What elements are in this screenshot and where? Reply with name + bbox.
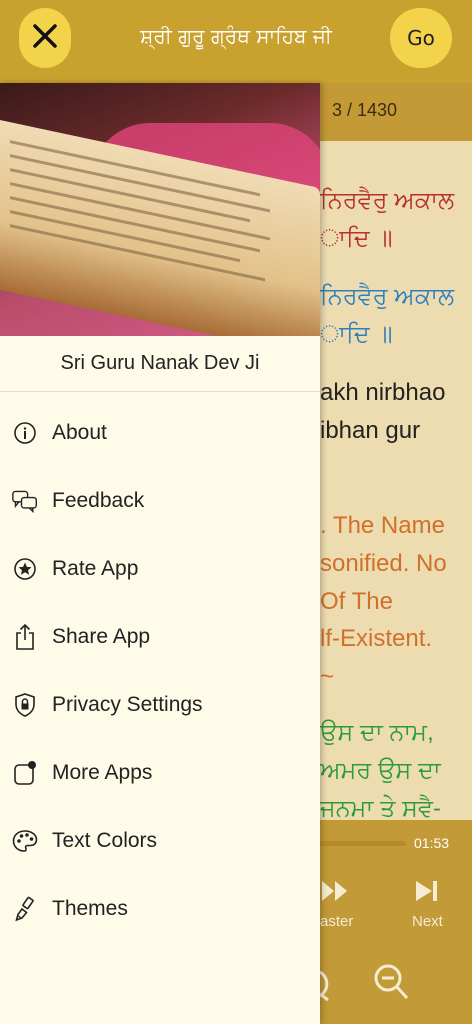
translation-line: sonified. No — [320, 550, 447, 577]
paintbrush-icon — [12, 896, 38, 922]
page-indicator: 3 / 1430 — [332, 100, 398, 120]
app-badge-icon — [12, 760, 38, 786]
menu-item-more-apps[interactable]: More Apps — [0, 740, 320, 806]
audio-progress[interactable] — [320, 841, 406, 846]
punjabi-line: ਉਸ ਦਾ ਨਾਮ, — [320, 719, 434, 746]
translation-line: lf-Existent. — [320, 625, 433, 652]
info-icon — [12, 420, 38, 446]
drawer-heading: Sri Guru Nanak Dev Ji — [0, 336, 320, 392]
side-drawer: Sri Guru Nanak Dev Ji About Feedback Rat… — [0, 83, 320, 1024]
share-icon — [12, 623, 38, 650]
menu-item-themes[interactable]: Themes — [0, 876, 320, 942]
shield-lock-icon — [12, 692, 38, 718]
transliteration-line: akh nirbhao — [320, 379, 446, 406]
gurmukhi-line-alt: ਨਿਰਵੈਰੁ ਅਕਾਲ — [320, 283, 455, 310]
palette-icon — [12, 828, 38, 854]
audio-time: 01:53 — [414, 835, 450, 851]
faster-label[interactable]: aster — [320, 913, 353, 930]
close-icon — [32, 23, 58, 53]
close-button[interactable] — [19, 8, 71, 68]
menu-item-label: Feedback — [52, 489, 145, 512]
next-icon[interactable] — [413, 878, 441, 908]
menu-item-about[interactable]: About — [0, 400, 320, 466]
top-bar: ਸ਼੍ਰੀ ਗੁਰੂ ਗ੍ਰੰਥ ਸਾਹਿਬ ਜੀ Go — [0, 0, 472, 83]
gurmukhi-line-alt: ਾਦਿ ॥ — [320, 321, 393, 348]
menu-item-label: More Apps — [52, 761, 153, 784]
faster-icon[interactable] — [320, 878, 352, 908]
translation-line: ~ — [320, 663, 335, 690]
next-label[interactable]: Next — [412, 913, 443, 930]
menu-item-rate-app[interactable]: Rate App — [0, 536, 320, 602]
menu-item-text-colors[interactable]: Text Colors — [0, 808, 320, 874]
menu-item-label: Themes — [52, 897, 128, 920]
punjabi-line: ਅਮਰ ਉਸ ਦਾ — [320, 757, 441, 784]
app-title: ਸ਼੍ਰੀ ਗੁਰੂ ਗ੍ਰੰਥ ਸਾਹਿਬ ਜੀ — [140, 24, 332, 48]
menu-item-privacy-settings[interactable]: Privacy Settings — [0, 672, 320, 738]
gurmukhi-line: ਨਿਰਵੈਰੁ ਅਕਾਲ — [320, 187, 455, 214]
gurmukhi-line: ਾਦਿ ॥ — [320, 225, 393, 252]
zoom-out-icon[interactable] — [373, 962, 411, 1006]
menu-item-label: Text Colors — [52, 829, 158, 852]
go-button[interactable]: Go — [390, 8, 452, 68]
menu-item-label: Share App — [52, 625, 151, 648]
menu-item-share-app[interactable]: Share App — [0, 604, 320, 670]
translation-line: Of The — [320, 588, 393, 615]
menu-item-label: Rate App — [52, 557, 139, 580]
star-circle-icon — [12, 556, 38, 582]
zoom-in-icon[interactable] — [319, 962, 332, 1006]
menu-item-label: About — [52, 421, 107, 444]
translation-line: . The Name — [320, 512, 445, 539]
chat-bubbles-icon — [12, 488, 38, 514]
menu-item-label: Privacy Settings — [52, 693, 203, 716]
drawer-header-image — [0, 83, 320, 336]
menu-item-feedback[interactable]: Feedback — [0, 468, 320, 534]
transliteration-line: ibhan gur — [320, 417, 421, 444]
